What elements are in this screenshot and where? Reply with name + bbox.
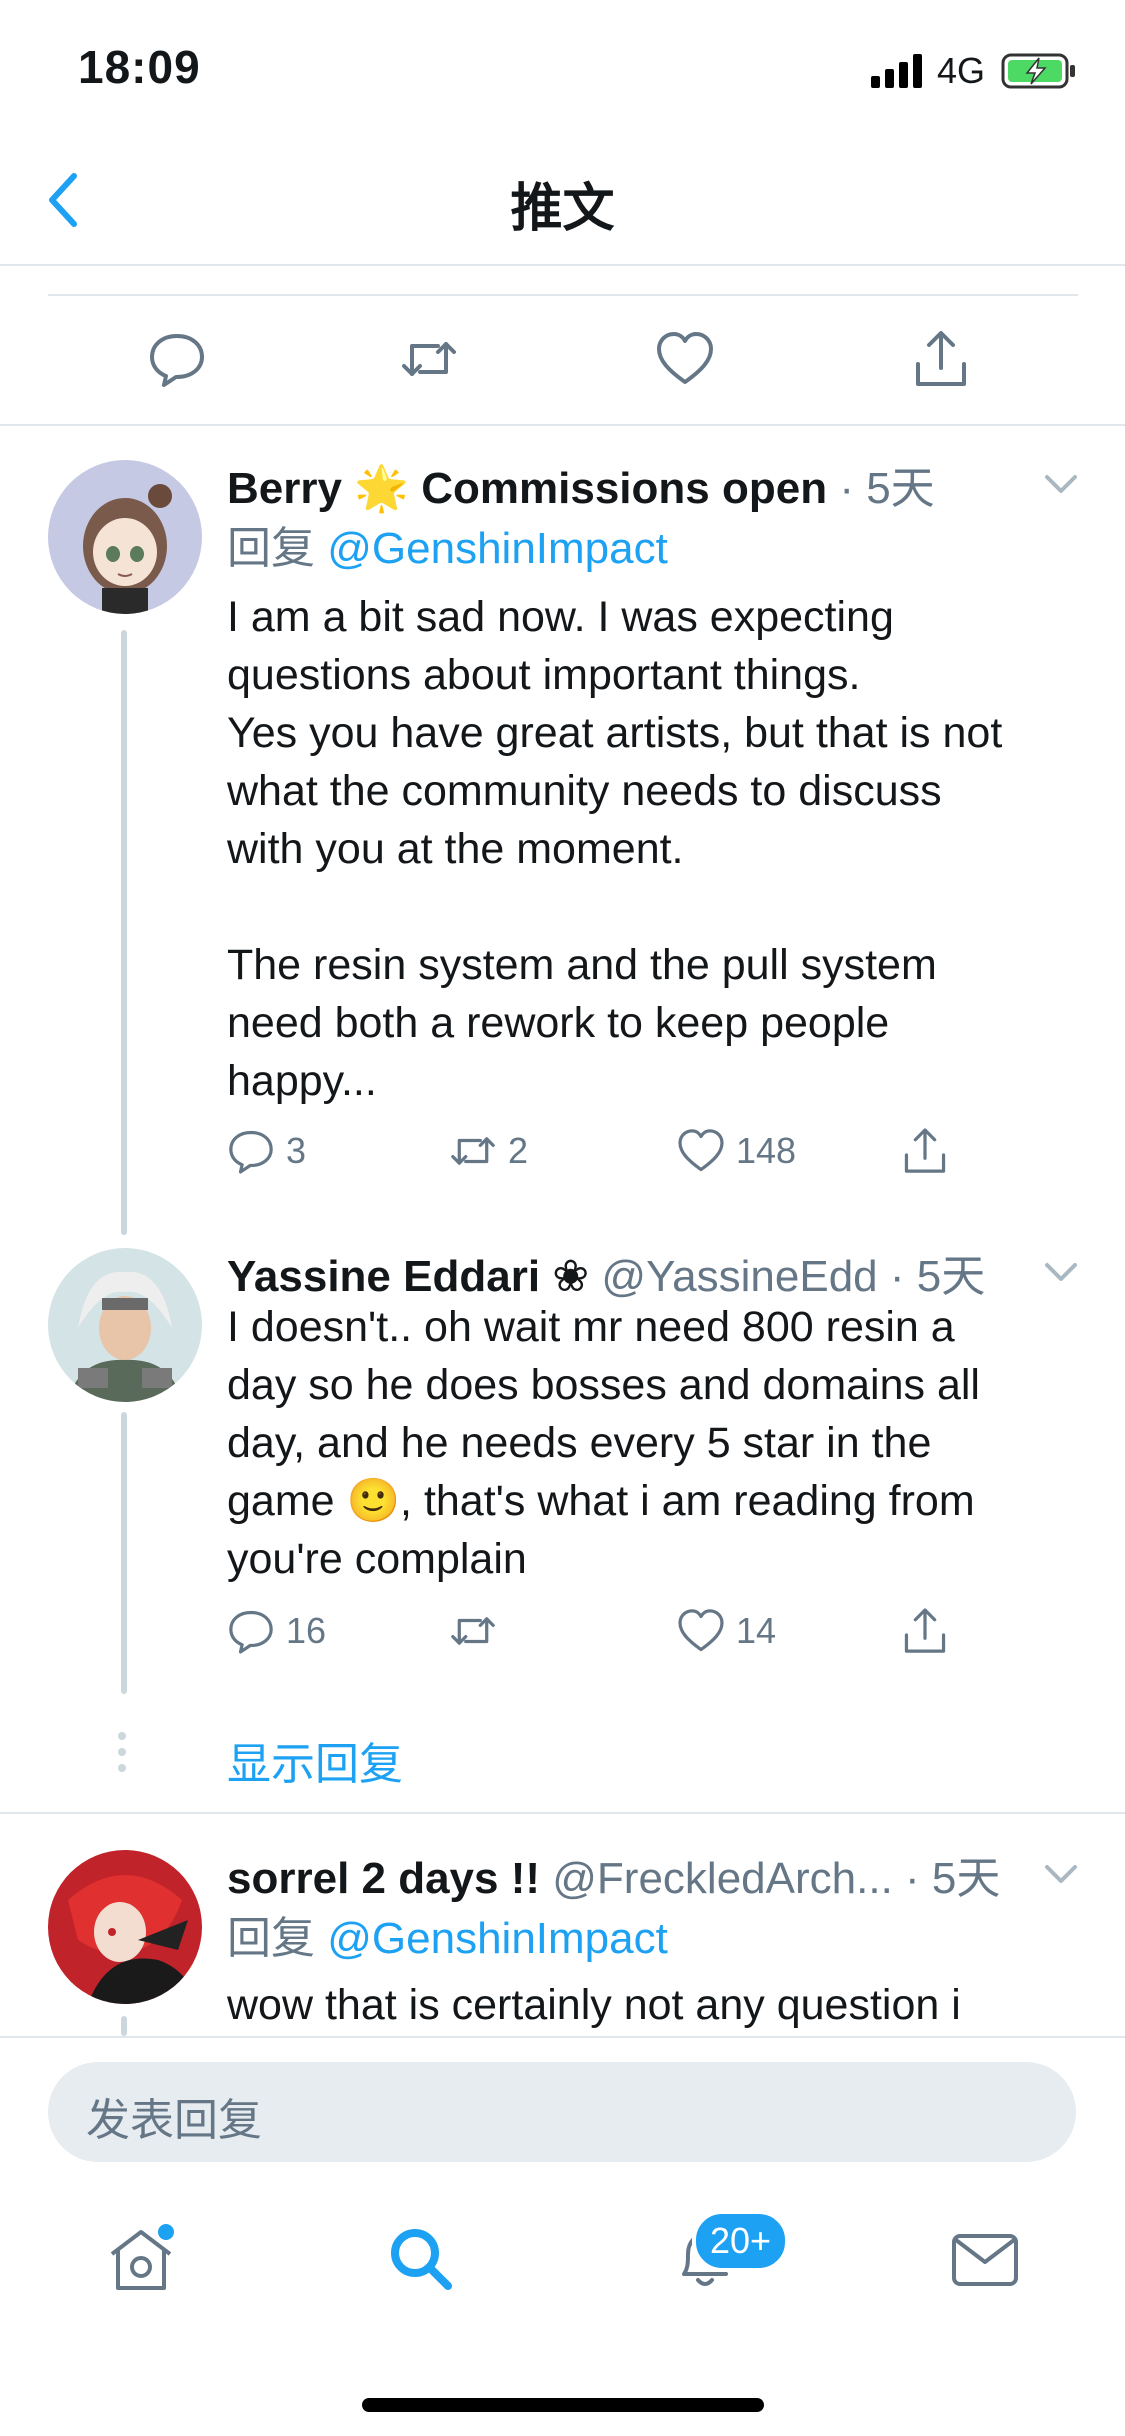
notifications-badge: 20+	[692, 2210, 790, 2272]
like-icon	[678, 1609, 724, 1652]
main-share-button[interactable]	[910, 328, 972, 390]
retweet-icon	[451, 1137, 495, 1165]
retweet-icon	[402, 342, 456, 376]
home-indicator	[362, 2398, 764, 2412]
reply-prefix: 回复	[227, 1914, 315, 1963]
tweet-text-line: The resin system and the pull system	[227, 941, 937, 989]
replying-to: 回复 @GenshinImpact	[227, 512, 668, 576]
main-retweet-button[interactable]	[398, 328, 460, 390]
tweet-header: Berry 🌟 Commissions open · 5天	[227, 452, 935, 516]
user-name[interactable]: sorrel 2 days !!	[227, 1854, 540, 1903]
like-icon	[678, 1129, 724, 1172]
reply-button[interactable]: 16	[226, 1606, 326, 1656]
user-name[interactable]: Berry	[227, 464, 342, 513]
user-name-suffix[interactable]: Commissions open	[421, 464, 827, 513]
tweet-text: wow that is certainly not any question i	[227, 1976, 1097, 2034]
avatar[interactable]	[48, 1850, 202, 2004]
reply-count: 3	[286, 1130, 307, 1171]
reply-icon	[150, 334, 204, 387]
chevron-down-icon[interactable]	[1039, 1852, 1083, 1896]
more-dots-icon	[118, 1732, 126, 1772]
tweet-text-line: game 🙂, that's what i am reading from	[227, 1477, 975, 1525]
tweet-text: I doesn't.. oh wait mr need 800 resin a …	[227, 1298, 1097, 1588]
retweet-button[interactable]	[448, 1606, 508, 1656]
tweet-text-line: questions about important things.	[227, 651, 861, 699]
home-icon[interactable]	[104, 2222, 178, 2296]
tweet-time: · 5天	[839, 464, 935, 513]
reply-count: 16	[286, 1610, 327, 1651]
tweet-time: · 5天	[889, 1252, 986, 1301]
like-button[interactable]: 14	[676, 1606, 776, 1656]
main-reply-button[interactable]	[146, 328, 208, 390]
network-type: 4G	[936, 50, 985, 91]
tweet-text: I am a bit sad now. I was expecting ques…	[227, 588, 1097, 1110]
avatar[interactable]	[48, 1248, 202, 1402]
tweet-text-line: I doesn't.. oh wait mr need 800 resin a	[227, 1303, 955, 1351]
battery-icon	[1001, 53, 1075, 89]
compose-placeholder: 发表回复	[86, 2096, 262, 2145]
tweet-text-line: happy...	[227, 1057, 377, 1105]
tweet-text-line: I am a bit sad now. I was expecting	[227, 593, 894, 641]
thread-line	[121, 630, 127, 1235]
name-emoji: 🌟	[354, 464, 409, 513]
messages-icon[interactable]	[948, 2222, 1022, 2296]
chevron-down-icon[interactable]	[1039, 1250, 1083, 1294]
divider	[0, 424, 1125, 426]
divider	[0, 1812, 1125, 1814]
tweet-text-line: Yes you have great artists, but that is …	[227, 709, 1003, 757]
share-button[interactable]	[900, 1126, 950, 1176]
retweet-button[interactable]: 2	[448, 1126, 528, 1176]
search-icon[interactable]	[384, 2222, 458, 2296]
like-button[interactable]: 148	[676, 1126, 796, 1176]
tweet-text-line: what the community needs to discuss	[227, 767, 942, 815]
status-indicators: 4G	[870, 50, 1077, 92]
main-like-button[interactable]	[654, 328, 716, 390]
user-name[interactable]: Yassine Eddari	[227, 1252, 540, 1301]
tweet-text-line: day, and he needs every 5 star in the	[227, 1419, 932, 1467]
user-handle[interactable]: @YassineEdd	[601, 1252, 877, 1301]
divider	[48, 294, 1078, 296]
share-icon	[916, 331, 966, 386]
tweet-text-line: day so he does bosses and domains all	[227, 1361, 980, 1409]
tweet-text-line: you're complain	[227, 1535, 527, 1583]
avatar[interactable]	[48, 460, 202, 614]
like-icon	[657, 332, 713, 384]
reply-prefix: 回复	[227, 524, 315, 573]
mention-link[interactable]: @GenshinImpact	[327, 1914, 668, 1963]
show-replies-link[interactable]: 显示回复	[227, 1728, 403, 1792]
tweet-time: · 5天	[905, 1854, 1001, 1903]
share-icon	[904, 1128, 946, 1173]
chevron-down-icon[interactable]	[1039, 462, 1083, 506]
divider	[0, 2036, 1125, 2038]
share-icon	[904, 1608, 946, 1653]
name-symbol: ❀	[552, 1252, 590, 1301]
replying-to: 回复 @GenshinImpact	[227, 1902, 668, 1966]
like-count: 148	[736, 1130, 797, 1171]
share-button[interactable]	[900, 1606, 950, 1656]
like-count: 14	[736, 1610, 777, 1651]
signal-icon	[870, 54, 922, 88]
thread-line	[121, 2016, 127, 2036]
nav-divider	[0, 264, 1125, 266]
reply-icon	[229, 1130, 273, 1174]
reply-icon	[229, 1610, 273, 1654]
tweet-text-line: need both a rework to keep people	[227, 999, 890, 1047]
reply-button[interactable]: 3	[226, 1126, 306, 1176]
mention-link[interactable]: @GenshinImpact	[327, 524, 668, 573]
tweet-header: Yassine Eddari ❀ @YassineEdd · 5天	[227, 1240, 985, 1304]
thread-line	[121, 1412, 127, 1694]
retweet-count: 2	[508, 1130, 529, 1171]
tweet-header: sorrel 2 days !! @FreckledArch... · 5天	[227, 1842, 1000, 1906]
user-handle[interactable]: @FreckledArch...	[552, 1854, 893, 1903]
retweet-icon	[451, 1617, 495, 1645]
page-title: 推文	[510, 180, 615, 238]
status-time: 18:09	[78, 41, 201, 93]
tweet-text-line: wow that is certainly not any question i	[227, 1981, 961, 2029]
tweet-text-line: with you at the moment.	[227, 825, 684, 873]
